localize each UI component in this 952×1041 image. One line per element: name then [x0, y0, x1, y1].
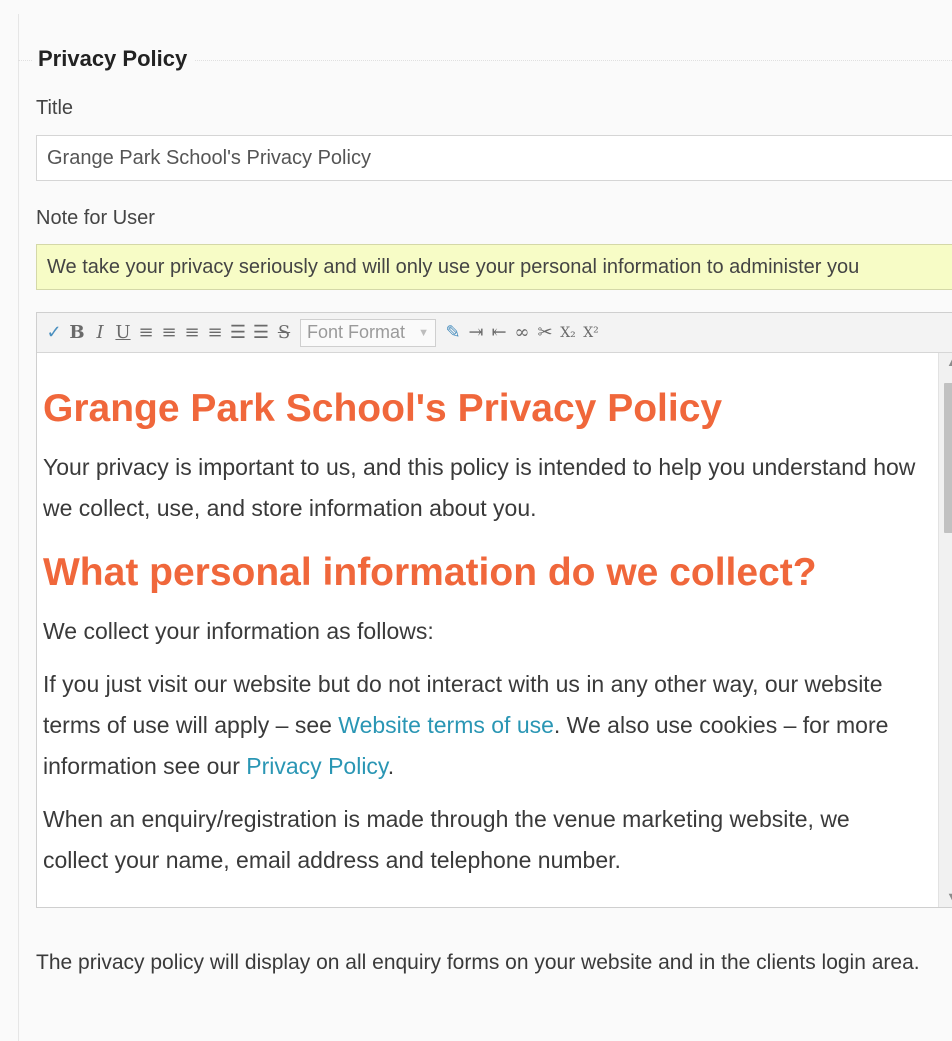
font-format-select[interactable]: Font Format ▼: [300, 318, 436, 347]
align-right-icon[interactable]: ≡: [181, 320, 203, 346]
note-label: Note for User: [36, 207, 155, 229]
content-heading-2: What personal information do we collect?: [43, 551, 817, 594]
title-label: Title: [36, 97, 74, 119]
font-format-label: Font Format: [307, 322, 406, 342]
para1-text-c: .: [387, 753, 395, 779]
content-paragraph-1: If you just visit our website but do not…: [43, 664, 919, 787]
outdent-icon[interactable]: ⇤: [488, 320, 510, 346]
underline-icon[interactable]: U: [112, 320, 134, 346]
help-text: The privacy policy will display on all e…: [36, 951, 920, 974]
align-left-icon[interactable]: ≡: [135, 320, 157, 346]
ordered-list-icon[interactable]: ☰: [227, 320, 249, 346]
note-input[interactable]: [36, 244, 952, 290]
privacy-policy-link[interactable]: Privacy Policy: [246, 753, 387, 779]
subscript-icon[interactable]: X₂: [557, 320, 579, 346]
content-intro: Your privacy is important to us, and thi…: [43, 454, 916, 521]
strikethrough-icon[interactable]: S: [273, 320, 295, 346]
superscript-icon[interactable]: X²: [580, 320, 602, 346]
unlink-icon[interactable]: ✂: [534, 320, 556, 346]
section-title: Privacy Policy: [32, 46, 196, 72]
align-justify-icon[interactable]: ≡: [204, 320, 226, 346]
content-heading-1: Grange Park School's Privacy Policy: [43, 387, 723, 430]
scrollbar-thumb[interactable]: [944, 383, 952, 533]
section-header: Privacy Policy: [18, 44, 952, 76]
unordered-list-icon[interactable]: ☰: [250, 320, 272, 346]
edit-html-icon[interactable]: ✎: [442, 320, 464, 346]
insert-link-icon[interactable]: ∞: [511, 320, 533, 346]
fieldset-border: [18, 14, 19, 1041]
spellcheck-icon[interactable]: ✓: [43, 320, 65, 346]
chevron-down-icon: ▼: [418, 326, 429, 339]
content-paragraph-2: When an enquiry/registration is made thr…: [43, 806, 850, 873]
bold-icon[interactable]: B: [66, 320, 88, 346]
website-terms-link[interactable]: Website terms of use: [338, 712, 554, 738]
rich-text-editor: ✓ B I U ≡ ≡ ≡ ≡ ☰ ☰ S Font Format ▼ ✎ ⇥ ⇤ ∞ ✂ X₂ X² Gran…: [36, 312, 952, 908]
scroll-up-icon[interactable]: ▲: [939, 353, 952, 373]
italic-icon[interactable]: I: [89, 320, 111, 346]
editor-toolbar: ✓ B I U ≡ ≡ ≡ ≡ ☰ ☰ S Font Format ▼ ✎ ⇥ ⇤ ∞ ✂ X₂ X²: [37, 313, 952, 353]
align-center-icon[interactable]: ≡: [158, 320, 180, 346]
editor-scrollbar[interactable]: ▲ ▼: [938, 353, 952, 907]
content-collect-intro: We collect your information as follows:: [43, 618, 434, 644]
title-input[interactable]: [36, 135, 952, 181]
indent-icon[interactable]: ⇥: [465, 320, 487, 346]
editor-content[interactable]: Grange Park School's Privacy Policy Your…: [37, 353, 925, 907]
scroll-down-icon[interactable]: ▼: [939, 887, 952, 907]
